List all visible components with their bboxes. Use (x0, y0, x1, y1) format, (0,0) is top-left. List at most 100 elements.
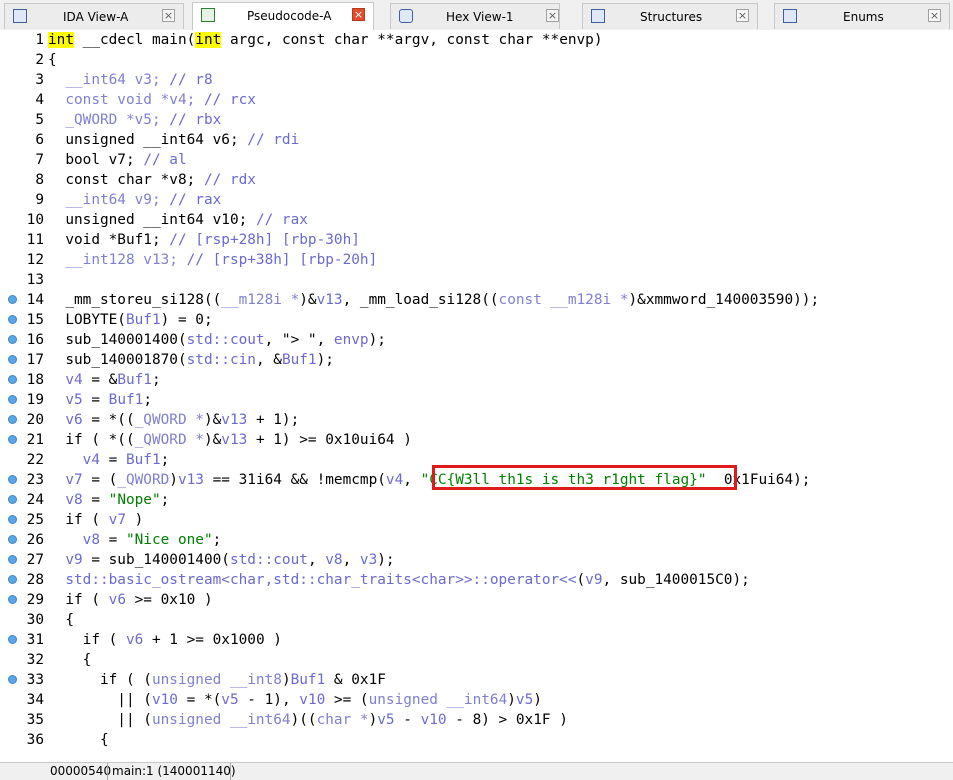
code-text[interactable]: int __cdecl main(int argc, const char **… (48, 30, 603, 50)
code-token: _QWORD *v5; (48, 112, 170, 128)
code-text[interactable]: v6 = *((_QWORD *)&v13 + 1); (48, 410, 299, 430)
close-icon[interactable]: × (352, 8, 365, 21)
code-text[interactable]: bool v7; // al (48, 150, 186, 170)
code-text[interactable]: v4 = &Buf1; (48, 370, 160, 390)
code-text[interactable]: v9 = sub_140001400(std::cout, v8, v3); (48, 550, 394, 570)
code-text[interactable]: const void *v4; // rcx (48, 90, 256, 110)
code-text[interactable]: LOBYTE(Buf1) = 0; (48, 310, 213, 330)
code-line[interactable]: 20 v6 = *((_QWORD *)&v13 + 1); (0, 410, 953, 430)
code-text[interactable]: || (v10 = *(v5 - 1), v10 >= (unsigned __… (48, 690, 542, 710)
code-token: = (82, 392, 109, 408)
code-text[interactable]: if ( (unsigned __int8)Buf1 & 0x1F (48, 670, 386, 690)
code-text[interactable]: const char *v8; // rdx (48, 170, 256, 190)
code-text[interactable]: if ( *((_QWORD *)&v13 + 1) >= 0x10ui64 ) (48, 430, 412, 450)
tab-structures[interactable]: Structures × (582, 3, 758, 29)
code-text[interactable]: unsigned __int64 v10; // rax (48, 210, 308, 230)
code-line[interactable]: 7 bool v7; // al (0, 150, 953, 170)
line-number: 25 (26, 512, 44, 528)
line-number: 1 (35, 32, 44, 48)
code-token: void *Buf1; (48, 232, 170, 248)
code-line[interactable]: 30 { (0, 610, 953, 630)
code-token: v13 (221, 432, 248, 448)
code-line[interactable]: 32 { (0, 650, 953, 670)
status-bar: 00000540 main:1 (140001140) (0, 762, 953, 780)
code-text[interactable]: _QWORD *v5; // rbx (48, 110, 221, 130)
code-line[interactable]: 10 unsigned __int64 v10; // rax (0, 210, 953, 230)
code-line[interactable]: 9 __int64 v9; // rax (0, 190, 953, 210)
code-token: v8 (325, 552, 343, 568)
code-text[interactable]: v8 = "Nope"; (48, 490, 169, 510)
line-number: 24 (26, 492, 44, 508)
code-text[interactable]: v8 = "Nice one"; (48, 530, 222, 550)
close-icon[interactable]: × (736, 9, 749, 22)
code-line[interactable]: 31 if ( v6 + 1 >= 0x1000 ) (0, 630, 953, 650)
code-line[interactable]: 34 || (v10 = *(v5 - 1), v10 >= (unsigned… (0, 690, 953, 710)
code-line[interactable]: 3 __int64 v3; // r8 (0, 70, 953, 90)
code-line[interactable]: 27 v9 = sub_140001400(std::cout, v8, v3)… (0, 550, 953, 570)
close-icon[interactable]: × (928, 9, 941, 22)
code-text[interactable]: unsigned __int64 v6; // rdi (48, 130, 299, 150)
code-text[interactable]: if ( v6 >= 0x10 ) (48, 590, 212, 610)
code-text[interactable]: __int64 v9; // rax (48, 190, 221, 210)
code-line[interactable]: 11 void *Buf1; // [rsp+28h] [rbp-30h] (0, 230, 953, 250)
code-text[interactable]: if ( v6 + 1 >= 0x1000 ) (48, 630, 282, 650)
pseudocode-view[interactable]: 1 int __cdecl main(int argc, const char *… (0, 30, 953, 762)
code-token: = (99, 532, 126, 548)
code-line[interactable]: 6 unsigned __int64 v6; // rdi (0, 130, 953, 150)
code-line[interactable]: 16 sub_140001400(std::cout, "> ", envp); (0, 330, 953, 350)
code-line[interactable]: 1 int __cdecl main(int argc, const char *… (0, 30, 953, 50)
code-line[interactable]: 15 LOBYTE(Buf1) = 0; (0, 310, 953, 330)
code-line[interactable]: 24 v8 = "Nope"; (0, 490, 953, 510)
code-line[interactable]: 17 sub_140001870(std::cin, &Buf1); (0, 350, 953, 370)
code-line[interactable]: 28 std::basic_ostream<char,std::char_tra… (0, 570, 953, 590)
code-line[interactable]: 8 const char *v8; // rdx (0, 170, 953, 190)
code-text[interactable]: { (48, 610, 74, 630)
code-line[interactable]: 35 || (unsigned __int64)((char *)v5 - v1… (0, 710, 953, 730)
code-token: - (394, 712, 421, 728)
code-line[interactable]: 26 v8 = "Nice one"; (0, 530, 953, 550)
close-icon[interactable]: × (546, 9, 559, 22)
code-text[interactable]: sub_140001870(std::cin, &Buf1); (48, 350, 334, 370)
code-text[interactable]: void *Buf1; // [rsp+28h] [rbp-30h] (48, 230, 360, 250)
code-text[interactable]: { (48, 50, 57, 70)
code-token: ) = 0; (160, 312, 213, 328)
code-token: __cdecl main( (74, 32, 196, 48)
code-text[interactable]: _mm_storeu_si128((__m128i *)&v13, _mm_lo… (48, 290, 819, 310)
code-line[interactable]: 2{ (0, 50, 953, 70)
code-line[interactable]: 5 _QWORD *v5; // rbx (0, 110, 953, 130)
tab-pseudocode-a[interactable]: Pseudocode-A × (192, 2, 374, 30)
code-text[interactable]: if ( v7 ) (48, 510, 143, 530)
code-text[interactable]: || (unsigned __int64)((char *)v5 - v10 -… (48, 710, 568, 730)
code-token: + 1); (247, 412, 300, 428)
code-text[interactable]: { (48, 650, 92, 670)
code-line[interactable]: 12 __int128 v13; // [rsp+38h] [rbp-20h] (0, 250, 953, 270)
line-number: 31 (26, 632, 44, 648)
close-icon[interactable]: × (162, 9, 175, 22)
tab-ida-view-a[interactable]: IDA View-A × (4, 3, 184, 29)
code-line[interactable]: 19 v5 = Buf1; (0, 390, 953, 410)
code-text[interactable]: __int128 v13; // [rsp+38h] [rbp-20h] (48, 250, 377, 270)
code-text[interactable]: v4 = Buf1; (48, 450, 170, 470)
code-token: unsigned __int64 v10; (48, 212, 256, 228)
code-line[interactable]: 33 if ( (unsigned __int8)Buf1 & 0x1F (0, 670, 953, 690)
code-line[interactable]: 4 const void *v4; // rcx (0, 90, 953, 110)
tab-hex-view-1[interactable]: Hex View-1 × (390, 3, 560, 29)
code-line[interactable]: 21 if ( *((_QWORD *)&v13 + 1) >= 0x10ui6… (0, 430, 953, 450)
code-text[interactable]: __int64 v3; // r8 (48, 70, 212, 90)
code-text[interactable]: { (48, 730, 109, 750)
code-line[interactable]: 25 if ( v7 ) (0, 510, 953, 530)
code-token: _QWORD * (134, 432, 204, 448)
highlight-box (432, 465, 737, 490)
code-text[interactable]: std::basic_ostream<char,std::char_traits… (48, 570, 749, 590)
code-line[interactable]: 29 if ( v6 >= 0x10 ) (0, 590, 953, 610)
code-line[interactable]: 13 (0, 270, 953, 290)
code-text[interactable]: sub_140001400(std::cout, "> ", envp); (48, 330, 386, 350)
code-line[interactable]: 14 _mm_storeu_si128((__m128i *)&v13, _mm… (0, 290, 953, 310)
code-line[interactable]: 36 { (0, 730, 953, 750)
code-line[interactable]: 18 v4 = &Buf1; (0, 370, 953, 390)
tab-enums[interactable]: Enums × (774, 3, 950, 29)
code-token: >= ( (325, 692, 369, 708)
code-text[interactable]: v5 = Buf1; (48, 390, 152, 410)
